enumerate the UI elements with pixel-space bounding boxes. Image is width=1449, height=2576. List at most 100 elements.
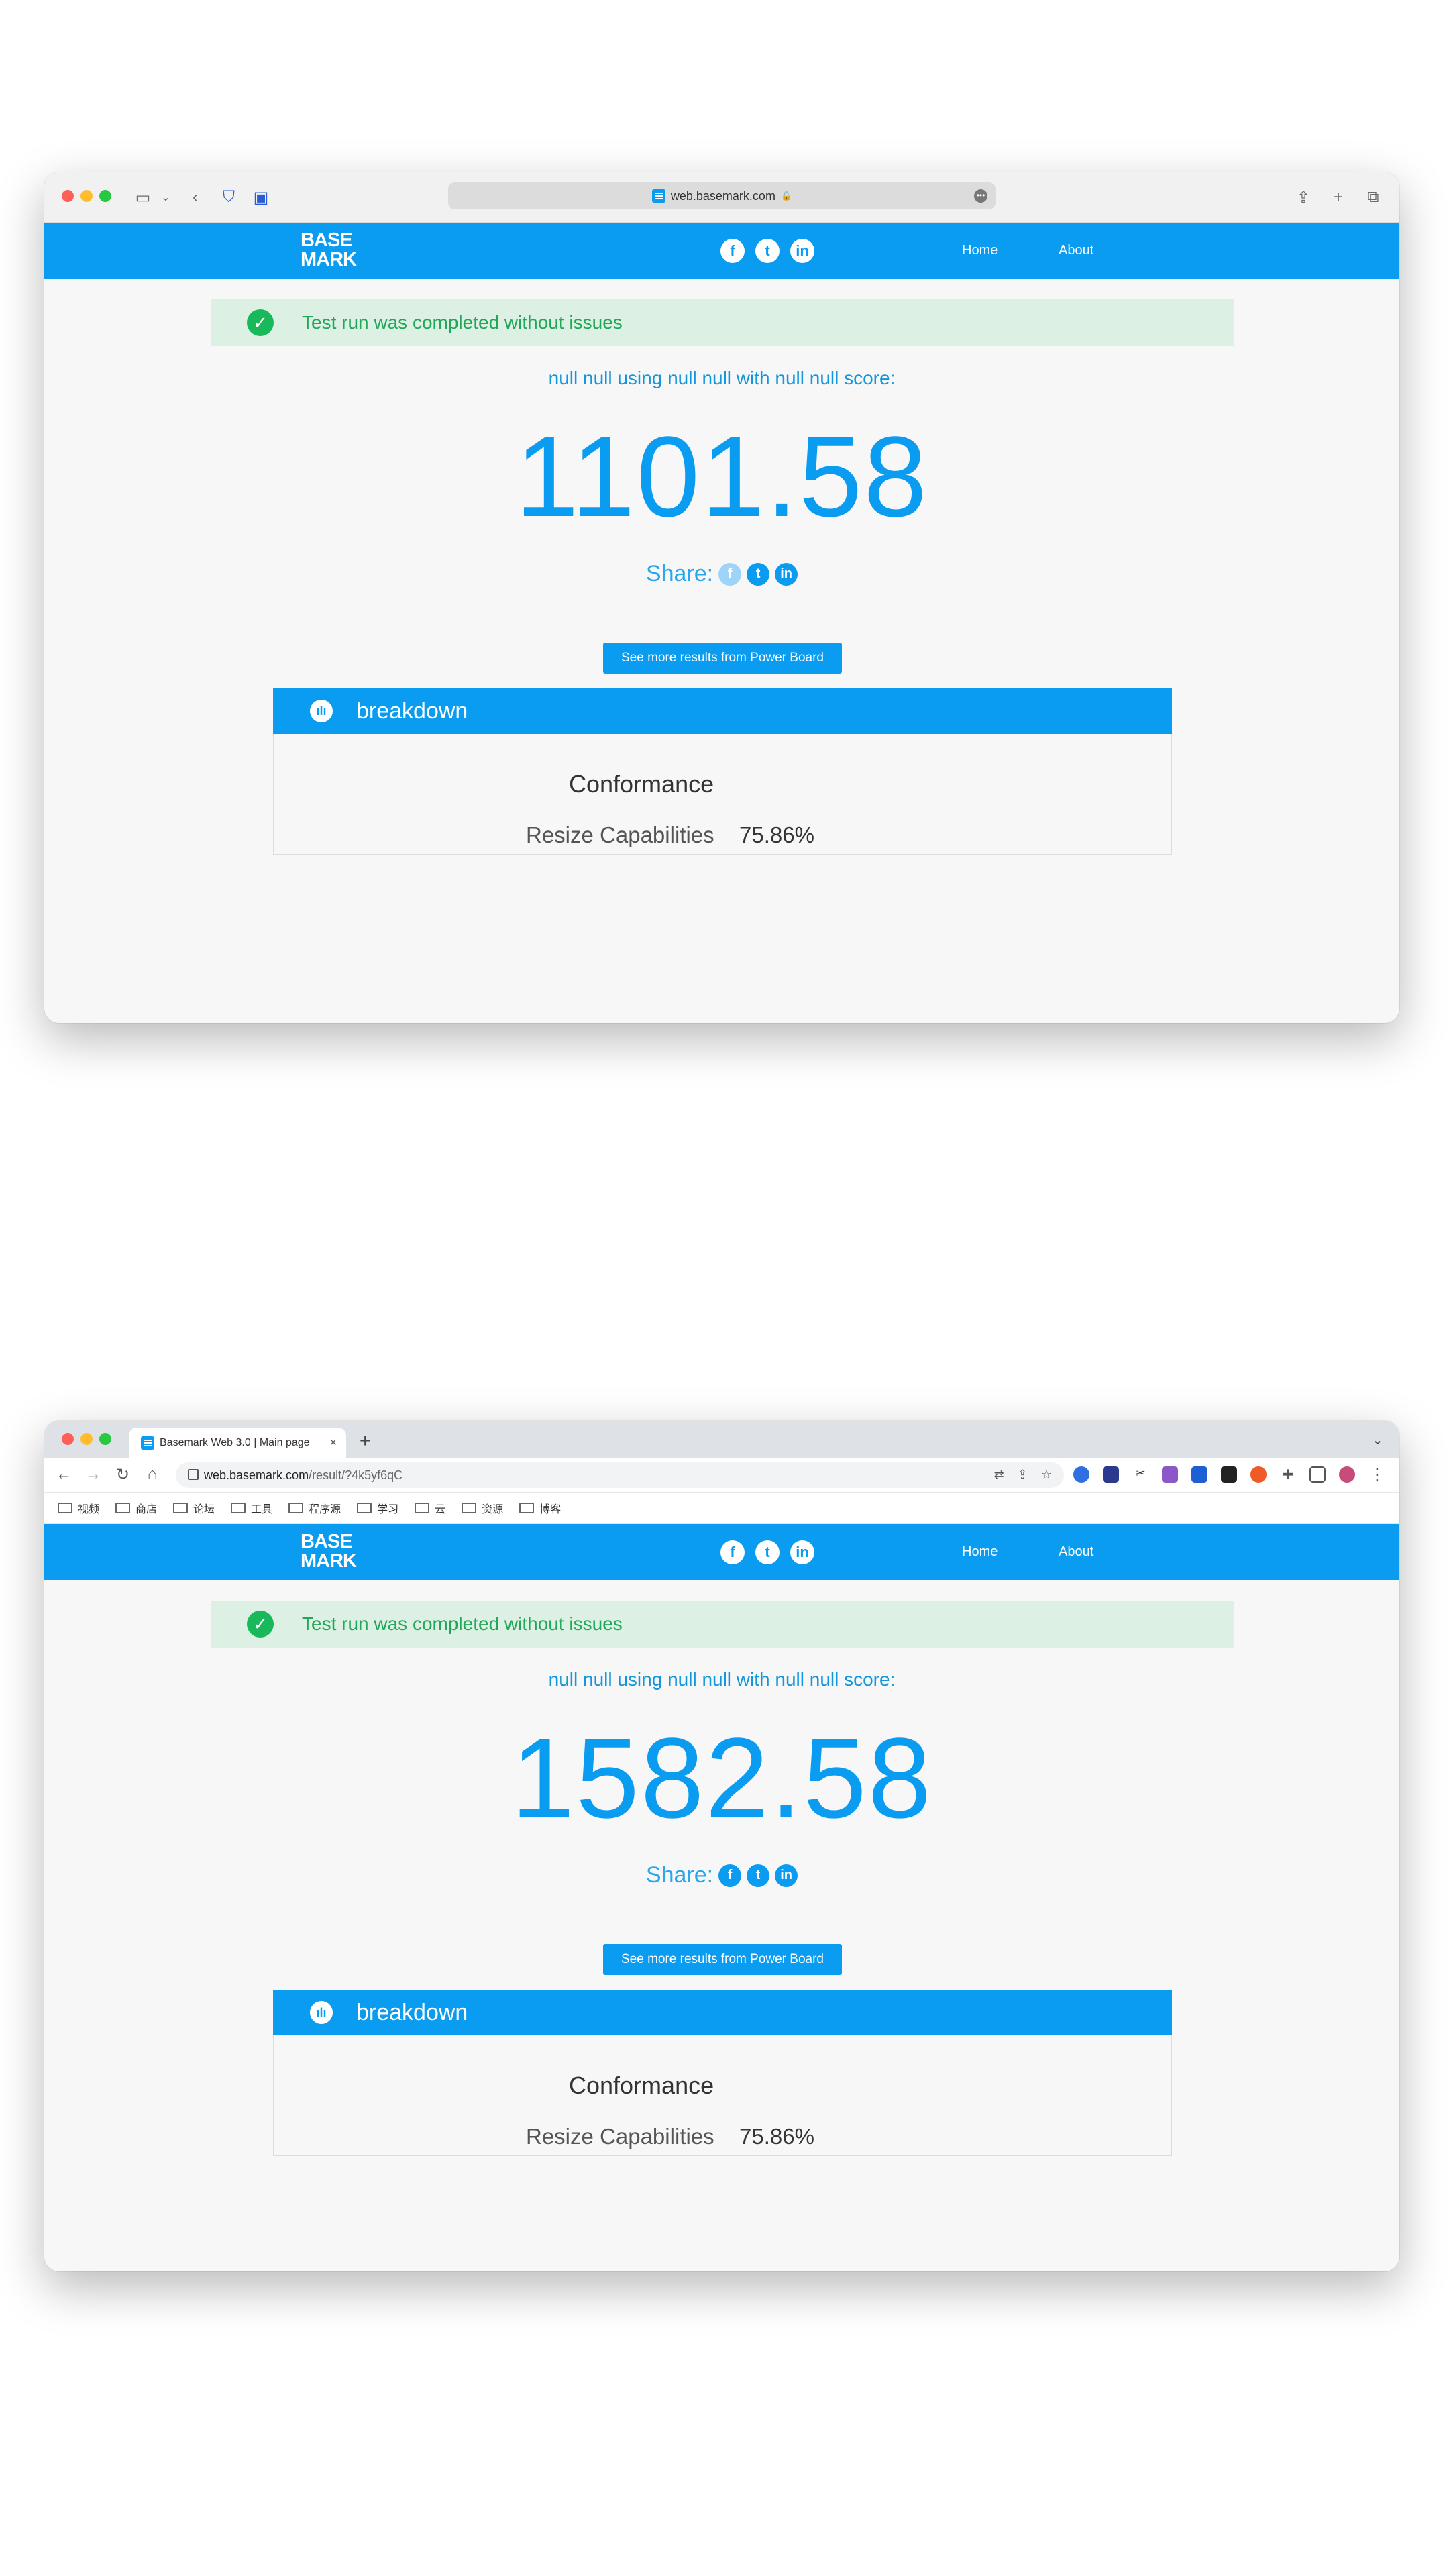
share-row: Share: f t in [44,561,1399,587]
metric-label: Resize Capabilities [526,822,714,847]
reload-icon[interactable]: ↻ [113,1465,133,1485]
chrome-toolbar: ← → ↻ ⌂ web.basemark.com /result/?4k5yf6… [44,1458,1399,1493]
breakdown-header[interactable]: ılı breakdown [273,1990,1172,2035]
share-linkedin-icon[interactable]: in [775,562,798,586]
social-links: f t in [720,239,814,263]
bookmark-folder[interactable]: 学习 [357,1500,398,1516]
omnibox-actions: ⇄ ⇪ ☆ [994,1468,1052,1482]
folder-icon [462,1503,477,1513]
basemark-favicon-icon [651,189,665,203]
extension-icon[interactable] [1221,1466,1237,1483]
tab-overview-icon[interactable]: ⧉ [1362,186,1385,209]
close-window-button[interactable] [62,190,74,202]
score-label: null null using null null with null null… [548,368,896,388]
metric-value: 75.86% [739,2124,814,2149]
breakdown-panel: Conformance Resize Capabilities 75.86% [273,734,1172,855]
folder-icon [58,1503,72,1513]
facebook-icon[interactable]: f [720,1540,745,1564]
back-icon[interactable]: ‹ [184,186,207,209]
linkedin-icon[interactable]: in [790,1540,814,1564]
share-facebook-icon[interactable]: f [718,562,742,586]
share-icon[interactable]: ⇪ [1292,186,1315,209]
share-twitter-icon[interactable]: t [747,562,770,586]
power-board-button[interactable]: See more results from Power Board [603,1944,842,1975]
close-tab-icon[interactable]: × [329,1436,337,1450]
bookmark-folder[interactable]: 资源 [462,1500,503,1516]
puzzle-icon[interactable]: ✚ [1280,1466,1296,1483]
facebook-icon[interactable]: f [720,239,745,263]
share-row: Share: f t in [44,1862,1399,1888]
folder-icon [173,1503,189,1513]
profile-avatar[interactable] [1339,1466,1355,1483]
bookmark-folder[interactable]: 工具 [231,1500,272,1516]
close-window-button[interactable] [62,1433,74,1445]
tab-basemark[interactable]: Basemark Web 3.0 | Main page × [129,1428,346,1458]
sidepanel-icon[interactable] [1309,1466,1326,1483]
breakdown-panel: Conformance Resize Capabilities 75.86% [273,2035,1172,2156]
bookmark-folder[interactable]: 程序源 [288,1500,341,1516]
more-icon[interactable]: ••• [974,189,987,203]
bookmark-folder[interactable]: 云 [415,1500,445,1516]
chrome-window: Basemark Web 3.0 | Main page × + ⌄ ← → ↻… [44,1421,1399,2271]
bookmark-label: 程序源 [309,1504,341,1515]
extension-icon[interactable] [1191,1466,1208,1483]
new-tab-icon[interactable]: + [360,1430,370,1452]
address-bar[interactable]: web.basemark.com 🔒 ••• [448,182,996,209]
success-alert: ✓ Test run was completed without issues [211,1601,1234,1648]
bookmark-star-icon[interactable]: ☆ [1041,1468,1052,1482]
social-links: f t in [720,1540,814,1564]
site-header: BASE MARK f t in Home About [44,223,1399,279]
chevron-down-icon[interactable]: ⌄ [154,186,177,209]
bookmark-label: 工具 [251,1504,273,1515]
minimize-window-button[interactable] [80,1433,93,1445]
linkedin-icon[interactable]: in [790,239,814,263]
lock-icon: 🔒 [780,191,792,201]
omnibox[interactable]: web.basemark.com /result/?4k5yf6qC ⇄ ⇪ ☆ [176,1462,1064,1488]
shield-icon[interactable]: ⛉ [217,186,240,209]
zoom-window-button[interactable] [99,190,111,202]
chevron-down-icon[interactable]: ⌄ [1372,1432,1383,1448]
share-icon[interactable]: ⇪ [1018,1468,1028,1482]
menu-icon[interactable]: ⋮ [1367,1465,1387,1485]
nav-about-link[interactable]: About [1059,1544,1093,1560]
new-tab-icon[interactable]: + [1327,186,1350,209]
extension-icon[interactable] [1162,1466,1178,1483]
minimize-window-button[interactable] [80,190,93,202]
forward-icon[interactable]: → [83,1465,103,1484]
safari-toolbar: ▭ ⌄ ‹ ⛉ ▣ web.basemark.com 🔒 ••• ⇪ + ⧉ [44,172,1399,223]
nav-home-link[interactable]: Home [962,1544,998,1560]
bookmark-folder[interactable]: 论坛 [173,1500,215,1516]
share-linkedin-icon[interactable]: in [775,1864,798,1887]
translate-icon[interactable]: ⇄ [994,1468,1004,1482]
twitter-icon[interactable]: t [755,239,780,263]
share-twitter-icon[interactable]: t [747,1864,770,1887]
twitter-icon[interactable]: t [755,1540,780,1564]
bookmark-folder[interactable]: 商店 [115,1500,157,1516]
sidebar-icon[interactable]: ▭ [131,186,154,209]
logo-line-1: BASE [301,1531,353,1552]
extension-icon[interactable] [1250,1466,1267,1483]
check-circle-icon: ✓ [247,1611,274,1638]
safari-window: ▭ ⌄ ‹ ⛉ ▣ web.basemark.com 🔒 ••• ⇪ + ⧉ B… [44,172,1399,1023]
extension-icon[interactable]: ✂ [1132,1466,1148,1483]
folder-icon [115,1503,131,1513]
power-board-button[interactable]: See more results from Power Board [603,643,842,674]
share-facebook-icon[interactable]: f [718,1864,742,1887]
nav-home-link[interactable]: Home [962,243,998,258]
zoom-window-button[interactable] [99,1433,111,1445]
score-label: null null using null null with null null… [548,1669,896,1690]
bookmark-label: 视频 [78,1504,100,1515]
check-circle-icon: ✓ [247,309,274,336]
extension-icon[interactable] [1103,1466,1119,1483]
breakdown-header[interactable]: ılı breakdown [273,688,1172,734]
nav-about-link[interactable]: About [1059,243,1093,258]
tab-strip: Basemark Web 3.0 | Main page × + ⌄ [44,1421,1399,1458]
back-icon[interactable]: ← [54,1465,74,1484]
basemark-logo[interactable]: BASE MARK [301,1531,357,1571]
basemark-logo[interactable]: BASE MARK [301,231,357,270]
bookmark-folder[interactable]: 视频 [58,1500,99,1516]
extension-icon[interactable]: ▣ [250,186,272,209]
home-icon[interactable]: ⌂ [142,1465,162,1484]
bookmark-folder[interactable]: 博客 [519,1500,561,1516]
extension-icon[interactable] [1073,1466,1089,1483]
